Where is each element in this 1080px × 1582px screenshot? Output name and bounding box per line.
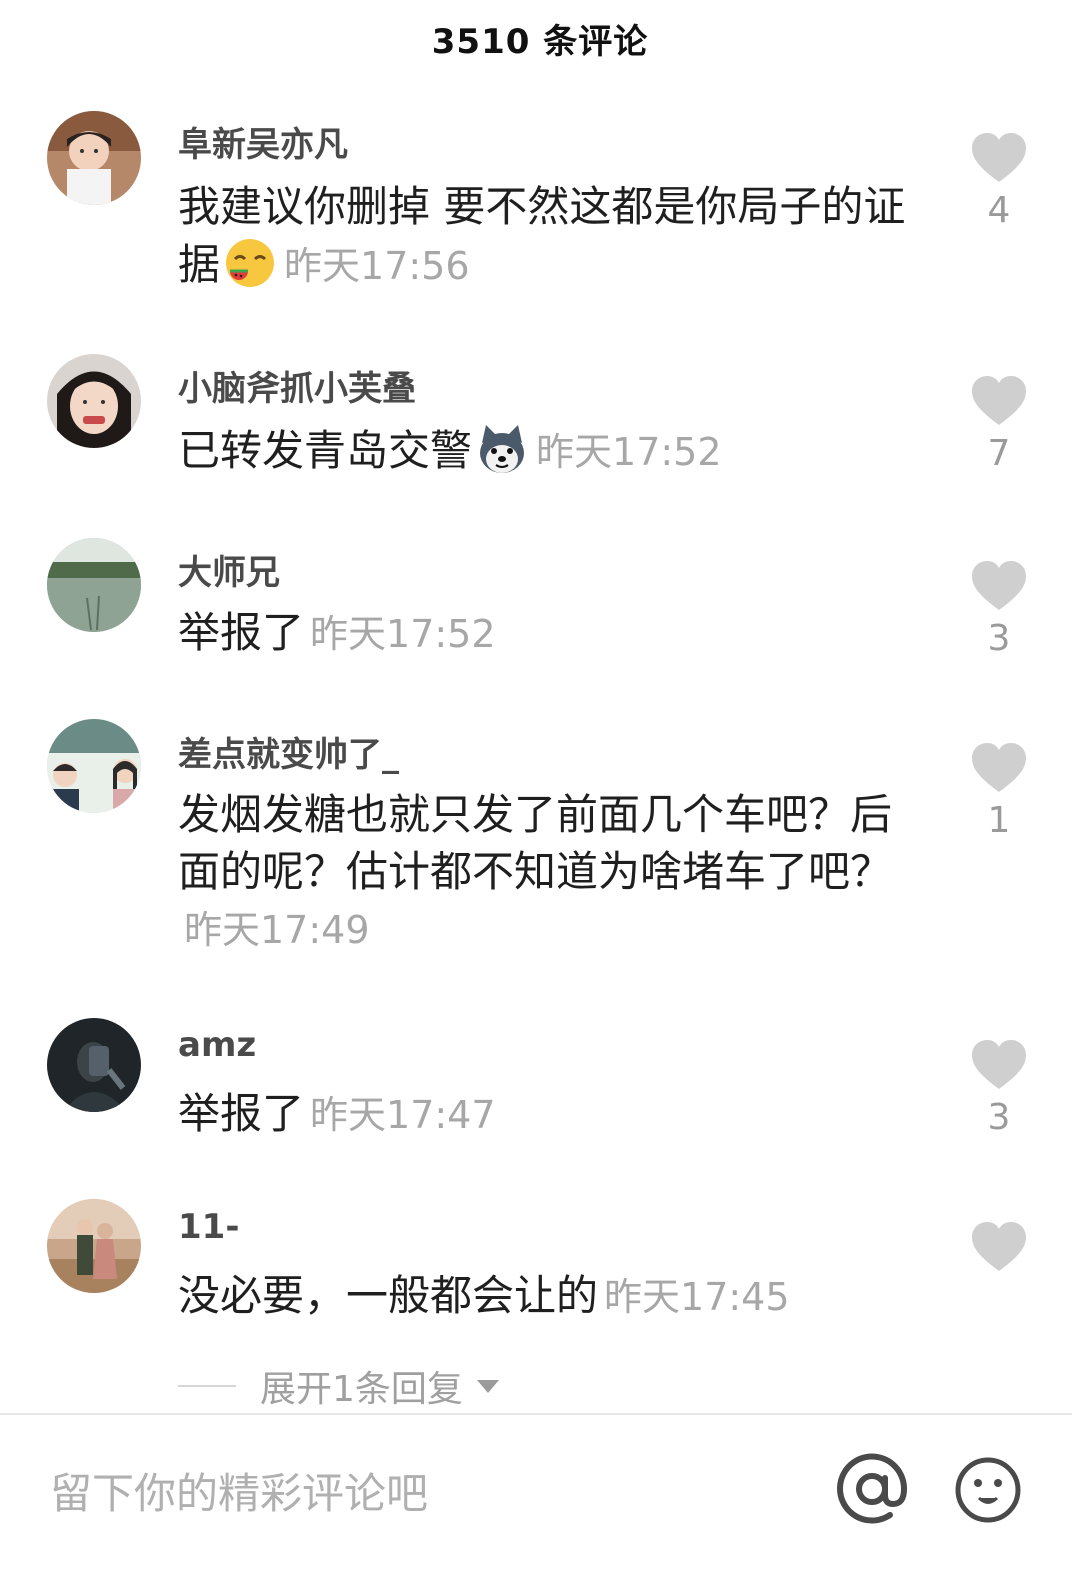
comment-username[interactable]: 差点就变帅了_ xyxy=(178,727,399,776)
avatar[interactable] xyxy=(47,1199,141,1293)
comment-body[interactable]: 举报了 昨天17:52 xyxy=(178,604,918,663)
comments-header: 3510 条评论 xyxy=(0,0,1080,80)
like-button[interactable]: 1 xyxy=(964,742,1034,841)
comment-text: 没必要，一般都会让的 xyxy=(178,1271,599,1320)
expand-replies-button[interactable]: 展开1条回复 xyxy=(178,1360,499,1410)
heart-icon xyxy=(964,1221,1034,1273)
comment-username[interactable]: 阜新吴亦凡 xyxy=(178,117,348,166)
comment-body[interactable]: 我建议你删掉 要不然这都是你局子的证据 昨天17:56 xyxy=(178,178,918,295)
comment-username[interactable]: 小脑斧抓小芙叠 xyxy=(178,361,416,410)
comment-body[interactable]: 举报了 昨天17:47 xyxy=(178,1085,918,1144)
comment-timestamp: 昨天17:52 xyxy=(310,612,496,656)
avatar[interactable] xyxy=(47,354,141,448)
comment-timestamp: 昨天17:56 xyxy=(284,244,470,288)
at-sign-icon xyxy=(837,1453,908,1524)
like-count: 7 xyxy=(987,433,1011,474)
like-button[interactable]: 4 xyxy=(964,132,1034,231)
husky-dog-emoji-icon xyxy=(474,421,530,477)
like-count: 1 xyxy=(987,800,1011,841)
comment-body[interactable]: 已转发青岛交警 昨天17:52 xyxy=(178,421,918,481)
expand-divider-line xyxy=(178,1385,236,1387)
comment-text: 已转发青岛交警 xyxy=(178,426,473,475)
like-button[interactable]: 3 xyxy=(964,1039,1034,1138)
comment-username[interactable]: 11- xyxy=(178,1207,239,1247)
avatar[interactable] xyxy=(47,111,141,205)
at-mention-button[interactable] xyxy=(834,1451,910,1527)
comment-username[interactable]: 大师兄 xyxy=(178,545,280,594)
comment-text: 举报了 xyxy=(178,608,305,657)
like-count: 3 xyxy=(987,618,1011,659)
avatar[interactable] xyxy=(47,719,141,813)
like-button[interactable] xyxy=(964,1221,1034,1279)
heart-icon xyxy=(964,1039,1034,1091)
like-button[interactable]: 7 xyxy=(964,375,1034,474)
watermelon-face-emoji-icon xyxy=(222,235,278,291)
comment-text: 发烟发糖也就只发了前面几个车吧？后面的呢？估计都不知道为啥堵车了吧？ xyxy=(178,790,893,896)
expand-replies-label: 展开1条回复 xyxy=(260,1369,463,1410)
comment-timestamp: 昨天17:52 xyxy=(536,430,722,474)
heart-icon xyxy=(964,560,1034,612)
comment-text: 举报了 xyxy=(178,1089,305,1138)
smiley-icon xyxy=(955,1457,1021,1523)
comment-timestamp: 昨天17:47 xyxy=(310,1093,496,1137)
comment-username[interactable]: amz xyxy=(178,1025,256,1065)
avatar[interactable] xyxy=(47,1018,141,1112)
heart-icon xyxy=(964,375,1034,427)
comment-input[interactable] xyxy=(50,1463,790,1523)
like-count: 4 xyxy=(987,190,1011,231)
like-button[interactable]: 3 xyxy=(964,560,1034,659)
heart-icon xyxy=(964,742,1034,794)
comment-timestamp: 昨天17:45 xyxy=(604,1275,790,1319)
avatar[interactable] xyxy=(47,538,141,632)
comment-timestamp: 昨天17:49 xyxy=(184,908,370,952)
comment-body[interactable]: 没必要，一般都会让的 昨天17:45 xyxy=(178,1267,918,1326)
like-count: 3 xyxy=(987,1097,1011,1138)
heart-icon xyxy=(964,132,1034,184)
comment-body[interactable]: 发烟发糖也就只发了前面几个车吧？后面的呢？估计都不知道为啥堵车了吧？ 昨天17:4… xyxy=(178,786,918,959)
comment-input-bar xyxy=(0,1415,1080,1582)
comment-count-title: 3510 条评论 xyxy=(431,22,649,62)
emoji-button[interactable] xyxy=(953,1455,1023,1525)
triangle-down-icon xyxy=(476,1379,499,1393)
